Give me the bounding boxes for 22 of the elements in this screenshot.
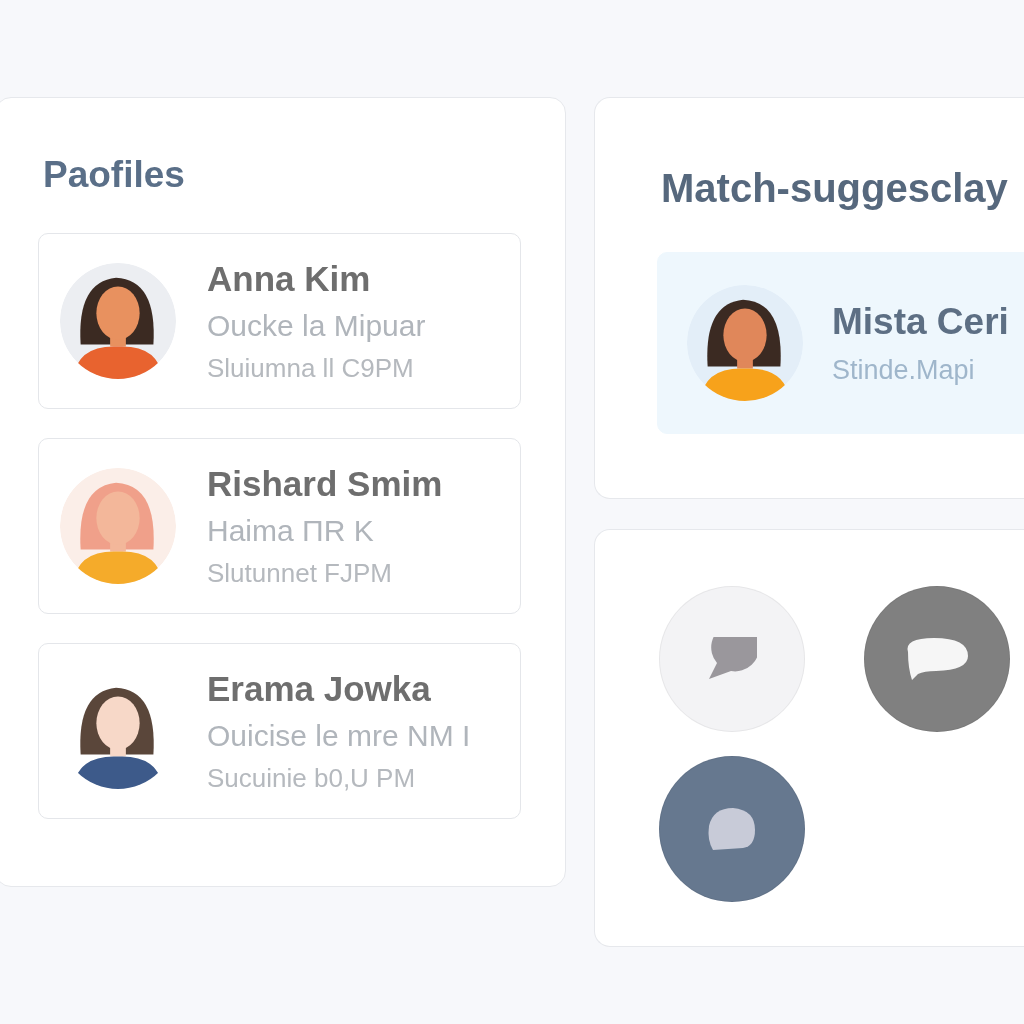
profile-card[interactable]: Anna Kim Oucke la Mipuar Sluiumna ll C9PM — [38, 233, 521, 409]
profile-time: Sucuinie b0,U PM — [207, 762, 417, 794]
profile-time: Sluiumna ll C9PM — [207, 352, 415, 384]
match-name: Mista Ceri — [832, 300, 1009, 343]
speech-bubble-icon — [707, 637, 757, 681]
panel-title: Paofiles — [43, 156, 186, 193]
profile-detail: Oucke la Mipuar — [207, 308, 426, 343]
speech-bubble-icon — [707, 806, 757, 852]
avatar-icon — [686, 284, 804, 402]
profile-card[interactable]: Erama Jowka Ouicise le mre NM I Sucuinie b0,U PM — [38, 643, 521, 819]
match-detail: Stinde.Mapi — [832, 354, 976, 386]
avatar-icon — [59, 467, 177, 585]
profile-detail: Haima ΠR K — [207, 513, 375, 548]
profile-detail: Ouicise le mre NM I — [207, 718, 471, 753]
panel-title: Match-suggesclay — [661, 168, 1009, 208]
profile-time: Slutunnet FJPM — [207, 557, 393, 589]
profile-name: Rishard Smim — [207, 463, 443, 504]
profile-name: Anna Kim — [207, 258, 372, 299]
match-card[interactable]: Mista Ceri Stinde.Mapi — [657, 252, 1024, 434]
profile-card[interactable]: Rishard Smim Haima ΠR K Slutunnet FJPM — [38, 438, 521, 614]
avatar-icon — [59, 262, 177, 380]
profile-name: Erama Jowka — [207, 668, 432, 709]
